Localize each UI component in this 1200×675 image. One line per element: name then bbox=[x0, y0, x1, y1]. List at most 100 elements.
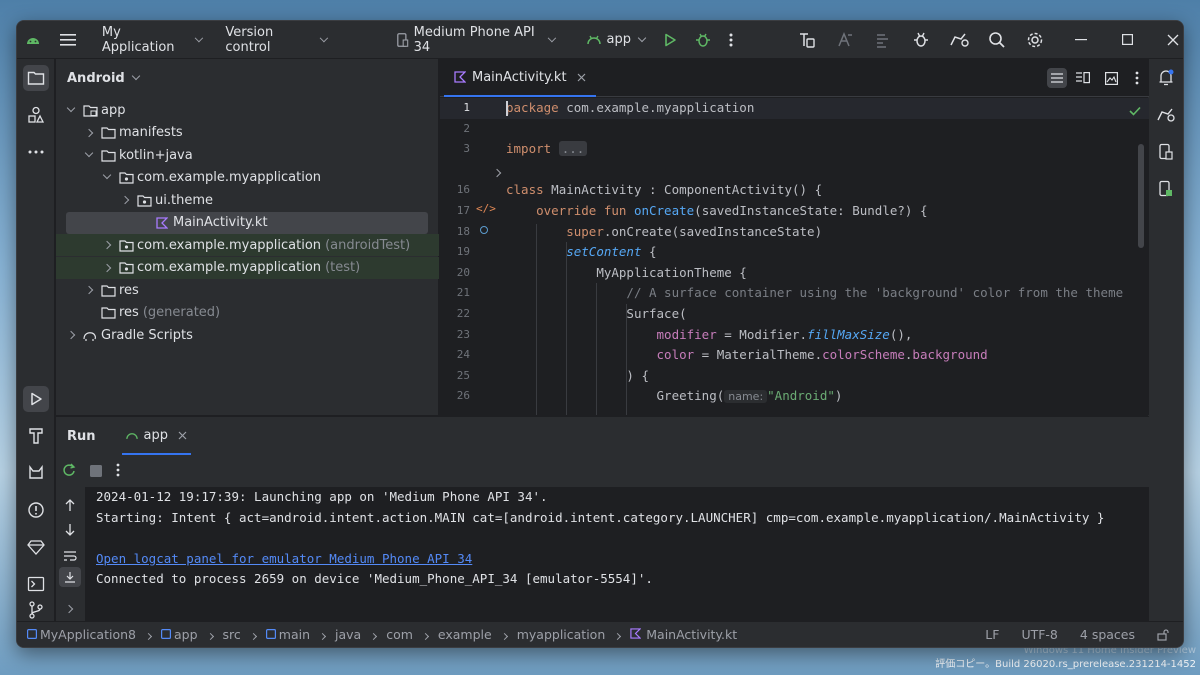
line-number: 16 bbox=[456, 183, 470, 197]
gemini-button[interactable] bbox=[1153, 102, 1179, 128]
scroll-up-button[interactable] bbox=[64, 497, 76, 516]
device-mirror-button[interactable] bbox=[949, 30, 969, 50]
breadcrumb-item[interactable]: myapplication bbox=[517, 627, 606, 642]
lines-icon bbox=[1051, 73, 1063, 83]
run-config-selector[interactable]: app bbox=[586, 21, 647, 58]
rerun-button[interactable] bbox=[62, 462, 76, 481]
breadcrumb-item[interactable]: src bbox=[223, 627, 241, 642]
logcat-link[interactable]: Open logcat panel for emulator Medium Ph… bbox=[96, 549, 1149, 570]
code-line-16: override fun onCreate(savedInstanceState… bbox=[536, 203, 928, 218]
app-quality-button[interactable] bbox=[23, 534, 49, 560]
tree-item-ui-theme[interactable]: ui.theme bbox=[56, 189, 439, 211]
code-line-22: modifier = Modifier.fillMaxSize(), bbox=[656, 326, 913, 342]
encoding-widget[interactable]: UTF-8 bbox=[1021, 627, 1057, 642]
tree-item-app[interactable]: app bbox=[56, 99, 439, 121]
editor-scrollbar[interactable] bbox=[1138, 144, 1144, 248]
breadcrumb-item[interactable]: main bbox=[265, 627, 310, 642]
more-tools-button[interactable] bbox=[23, 139, 49, 165]
run-tab-app[interactable]: app bbox=[121, 417, 192, 455]
close-window-button[interactable] bbox=[1163, 30, 1183, 50]
more-actions-button[interactable] bbox=[729, 21, 733, 58]
compose-preview-icon[interactable]: </> bbox=[476, 202, 496, 215]
project-view-selector[interactable]: Android bbox=[56, 59, 438, 97]
main-menu-button[interactable] bbox=[50, 21, 86, 58]
chevron-right-icon[interactable] bbox=[100, 263, 114, 272]
settings-button[interactable] bbox=[1025, 30, 1045, 50]
breadcrumb-item[interactable]: example bbox=[438, 627, 492, 642]
notifications-button[interactable] bbox=[1153, 65, 1179, 91]
folded-imports[interactable]: ... bbox=[558, 141, 588, 157]
chevron-down-icon[interactable] bbox=[100, 170, 114, 180]
breadcrumb-item[interactable]: MyApplication8 bbox=[27, 627, 136, 642]
breadcrumb-item[interactable]: MainActivity.kt bbox=[630, 627, 737, 642]
chevron-down-icon[interactable] bbox=[82, 148, 96, 157]
terminal-tool-button[interactable] bbox=[23, 571, 49, 597]
git-tool-button[interactable] bbox=[23, 597, 49, 623]
sync-button[interactable] bbox=[873, 30, 893, 50]
maximize-button[interactable] bbox=[1117, 30, 1137, 50]
tree-item-com-example-myapplication[interactable]: com.example.myapplication (test) bbox=[56, 256, 439, 279]
breadcrumb-item[interactable]: java bbox=[335, 627, 361, 642]
search-button[interactable] bbox=[987, 30, 1007, 50]
code-view-button[interactable] bbox=[1047, 68, 1067, 88]
run-button[interactable] bbox=[663, 21, 677, 58]
expand-toolbar-button[interactable] bbox=[64, 597, 74, 616]
scroll-to-end-button[interactable] bbox=[59, 567, 81, 587]
running-devices-button[interactable] bbox=[1153, 176, 1179, 202]
tree-item-manifests[interactable]: manifests bbox=[56, 122, 439, 144]
tree-item-res[interactable]: res bbox=[56, 279, 439, 301]
line-separator-widget[interactable]: LF bbox=[985, 627, 999, 642]
device-selector[interactable]: Medium Phone API 34 bbox=[396, 21, 556, 58]
resource-manager-button[interactable] bbox=[23, 102, 49, 128]
project-tool-button[interactable] bbox=[23, 65, 49, 91]
tree-item-gradle-scripts[interactable]: Gradle Scripts bbox=[56, 324, 439, 346]
run-tool-button[interactable] bbox=[23, 386, 49, 412]
tree-item-com-example-myapplication[interactable]: com.example.myapplication bbox=[56, 167, 439, 189]
breadcrumb-item[interactable]: com bbox=[386, 627, 413, 642]
chevron-right-icon[interactable] bbox=[118, 195, 132, 205]
device-manager-button[interactable] bbox=[1153, 139, 1179, 165]
run-more-button[interactable] bbox=[116, 462, 120, 481]
chevron-down-icon[interactable] bbox=[64, 103, 78, 112]
tree-item-com-example-myapplication[interactable]: com.example.myapplication (androidTest) bbox=[56, 234, 439, 256]
tree-item-suffix: (androidTest) bbox=[325, 237, 411, 253]
minimize-button[interactable] bbox=[1071, 30, 1091, 50]
close-icon[interactable] bbox=[577, 73, 586, 82]
breadcrumb-item[interactable]: app bbox=[160, 627, 198, 642]
chevron-right-icon[interactable] bbox=[100, 240, 114, 250]
stop-button[interactable] bbox=[90, 462, 102, 481]
tree-item-mainactivity-kt[interactable]: MainActivity.kt bbox=[66, 211, 428, 234]
arrow-up-icon bbox=[65, 499, 75, 511]
module-icon bbox=[27, 627, 38, 642]
problems-tool-button[interactable] bbox=[23, 497, 49, 523]
vcs-selector[interactable]: Version control bbox=[225, 21, 328, 58]
chevron-right-icon[interactable] bbox=[82, 128, 96, 137]
lock-icon[interactable] bbox=[1157, 628, 1169, 641]
chevron-right-icon[interactable] bbox=[82, 285, 96, 295]
apply-changes-button[interactable] bbox=[797, 30, 817, 50]
build-tool-button[interactable] bbox=[23, 423, 49, 449]
design-view-button[interactable] bbox=[1101, 68, 1121, 88]
tree-item-kotlin-java[interactable]: kotlin+java bbox=[56, 144, 439, 166]
attach-debugger-button[interactable] bbox=[911, 30, 931, 50]
indent-widget[interactable]: 4 spaces bbox=[1080, 627, 1135, 642]
run-console[interactable]: 2024-01-12 19:17:39: Launching app on 'M… bbox=[85, 487, 1149, 623]
chevron-down-icon bbox=[194, 33, 203, 42]
close-icon[interactable] bbox=[178, 431, 187, 440]
tab-more-button[interactable] bbox=[1127, 68, 1147, 88]
apply-code-changes-button[interactable] bbox=[835, 30, 855, 50]
fold-marker[interactable] bbox=[492, 164, 502, 179]
code-line-3: import ... bbox=[506, 139, 588, 160]
debug-button[interactable] bbox=[695, 21, 711, 58]
tab-mainactivity[interactable]: MainActivity.kt bbox=[444, 59, 596, 97]
chevron-right-icon[interactable] bbox=[64, 330, 78, 340]
code-editor[interactable]: 1 2 3 16 17 18 19 20 21 22 23 24 25 26 </> package co… bbox=[440, 98, 1149, 415]
tree-item-res[interactable]: res (generated) bbox=[56, 302, 439, 324]
override-marker-icon[interactable] bbox=[480, 226, 488, 234]
scroll-down-button[interactable] bbox=[64, 522, 76, 541]
logcat-tool-button[interactable] bbox=[23, 460, 49, 486]
more-vertical-icon bbox=[116, 463, 120, 476]
split-view-button[interactable] bbox=[1073, 68, 1093, 88]
project-selector[interactable]: My Application bbox=[102, 21, 203, 58]
soft-wrap-button[interactable] bbox=[63, 547, 77, 566]
